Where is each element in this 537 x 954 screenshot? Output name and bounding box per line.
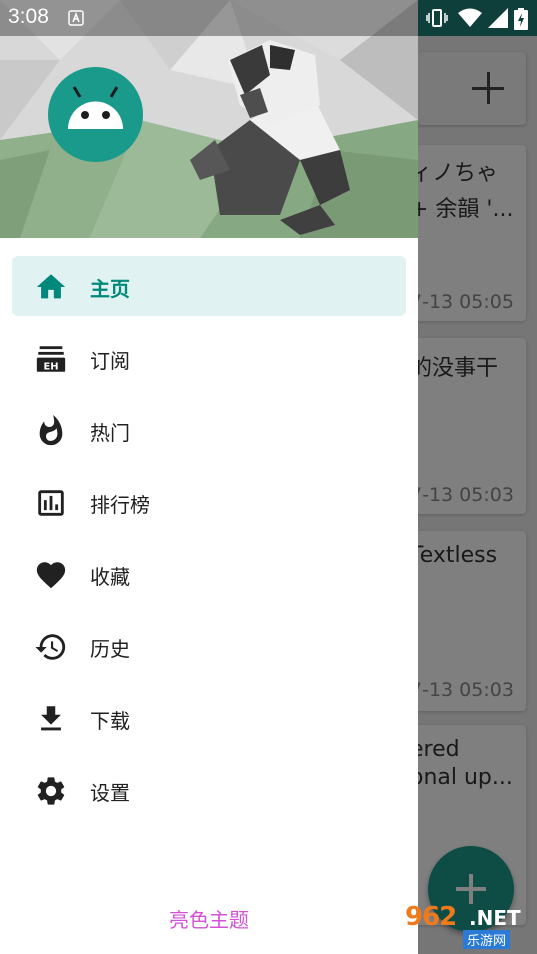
menu-item-label: 收藏 <box>90 565 130 589</box>
menu-item-ranking[interactable]: 排行榜 <box>0 468 418 540</box>
menu-item-downloads[interactable]: 下载 <box>0 684 418 756</box>
svg-text:EH: EH <box>43 362 58 373</box>
gear-icon <box>37 777 65 805</box>
site-watermark: 962 .NET 乐游网 <box>397 900 533 950</box>
status-bar: 3:08 <box>0 0 537 36</box>
vibrate-icon <box>426 9 448 27</box>
avatar[interactable] <box>48 67 143 162</box>
menu-item-label: 历史 <box>90 637 130 661</box>
menu-item-favorites[interactable]: 收藏 <box>0 540 418 612</box>
menu-item-label: 订阅 <box>90 349 130 373</box>
subscriptions-icon: EH <box>36 346 66 373</box>
status-time: 3:08 <box>8 5 49 28</box>
menu-item-settings[interactable]: 设置 <box>0 756 418 828</box>
menu-item-label: 设置 <box>90 781 130 805</box>
notification-icon <box>68 10 84 26</box>
menu-item-home[interactable]: 主页 <box>0 252 418 324</box>
home-icon <box>36 274 66 299</box>
navigation-drawer: 主页 EH 订阅 热门 排行榜 收藏 历史 下载 设置 亮色主题 <box>0 0 418 954</box>
ranking-icon <box>38 490 64 516</box>
android-icon <box>68 86 123 129</box>
heart-icon <box>36 562 66 589</box>
drawer-menu: 主页 EH 订阅 热门 排行榜 收藏 历史 下载 设置 <box>0 252 418 828</box>
menu-item-label: 下载 <box>90 709 130 733</box>
download-icon <box>41 706 61 731</box>
menu-item-subscriptions[interactable]: EH 订阅 <box>0 324 418 396</box>
signal-icon <box>488 8 508 28</box>
menu-item-history[interactable]: 历史 <box>0 612 418 684</box>
menu-item-label: 热门 <box>90 421 130 445</box>
battery-icon <box>514 8 528 30</box>
theme-toggle-button[interactable]: 亮色主题 <box>0 904 418 933</box>
wifi-icon <box>458 8 482 27</box>
menu-item-popular[interactable]: 热门 <box>0 396 418 468</box>
whatshot-icon <box>39 414 63 446</box>
watermark-subtitle: 乐游网 <box>463 930 511 949</box>
watermark-suffix: .NET <box>469 906 521 930</box>
menu-item-label: 排行榜 <box>90 493 150 517</box>
menu-item-label: 主页 <box>90 277 130 301</box>
history-icon <box>35 634 66 660</box>
watermark-number: 962 <box>405 902 457 932</box>
